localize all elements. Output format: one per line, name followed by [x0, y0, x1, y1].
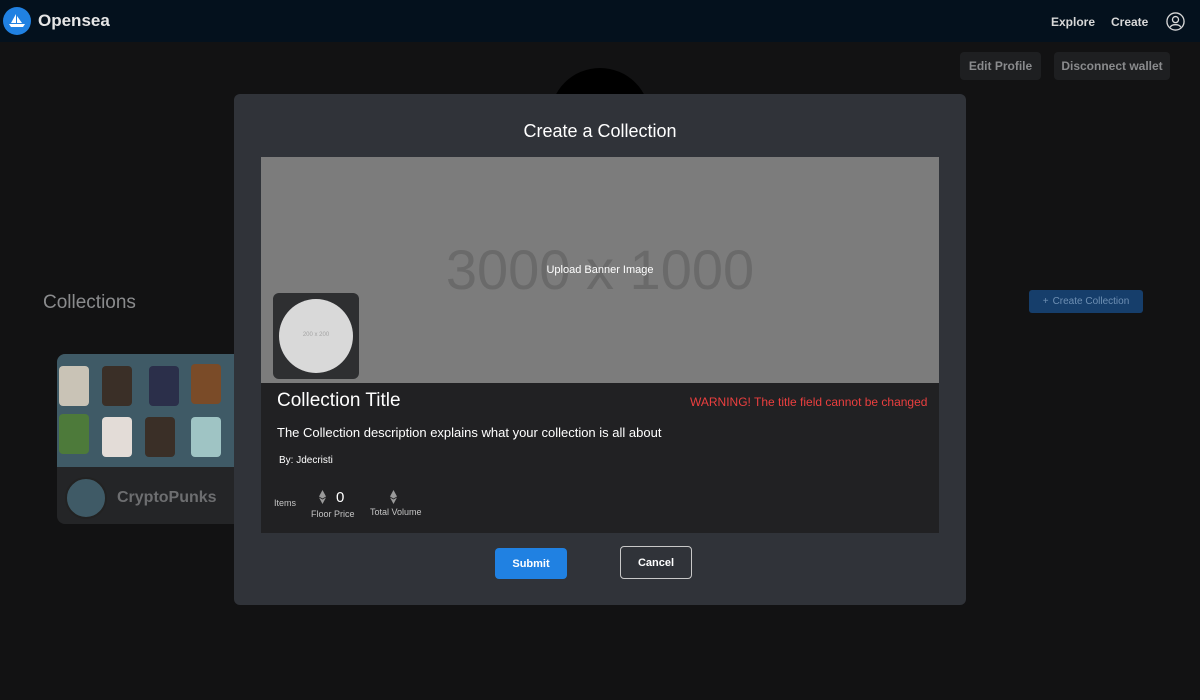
- collection-card-avatar: [65, 477, 107, 519]
- nav-explore-link[interactable]: Explore: [1051, 15, 1095, 29]
- user-profile-icon[interactable]: [1166, 12, 1185, 31]
- eth-icon: [390, 490, 397, 504]
- total-volume-label: Total Volume: [370, 507, 422, 517]
- logo-upload-frame[interactable]: 200 x 200: [273, 293, 359, 379]
- punk-image: [145, 417, 175, 457]
- title-warning: WARNING! The title field cannot be chang…: [690, 395, 928, 409]
- edit-profile-button[interactable]: Edit Profile: [960, 52, 1041, 80]
- floor-price-value: 0: [336, 489, 345, 506]
- collections-heading: Collections: [43, 292, 136, 313]
- banner-upload-area[interactable]: 3000 x 1000 Upload Banner Image: [261, 157, 939, 383]
- plus-icon: +: [1042, 296, 1049, 307]
- brand-name[interactable]: Opensea: [38, 11, 110, 31]
- create-collection-label: Create Collection: [1052, 296, 1130, 307]
- cancel-button[interactable]: Cancel: [620, 546, 692, 579]
- punk-image: [102, 366, 132, 406]
- punk-image: [191, 417, 221, 457]
- opensea-logo-icon[interactable]: [3, 7, 31, 35]
- top-nav: Opensea Explore Create: [0, 0, 1200, 42]
- collection-title: Collection Title: [277, 390, 401, 411]
- modal-title: Create a Collection: [523, 121, 677, 141]
- disconnect-wallet-button[interactable]: Disconnect wallet: [1054, 52, 1170, 80]
- logo-placeholder-text: 200 x 200: [302, 332, 330, 338]
- collection-description: The Collection description explains what…: [277, 425, 662, 440]
- create-collection-button[interactable]: + Create Collection: [1029, 290, 1143, 313]
- submit-button[interactable]: Submit: [495, 548, 567, 579]
- items-label: Items: [274, 498, 297, 508]
- punk-image: [59, 414, 89, 454]
- floor-price-label: Floor Price: [311, 509, 355, 519]
- logo-upload-circle[interactable]: 200 x 200: [279, 299, 353, 373]
- collection-card-name: CryptoPunks: [117, 489, 217, 506]
- punk-image: [149, 366, 179, 406]
- eth-icon: [319, 490, 326, 504]
- punk-image: [102, 417, 132, 457]
- nav-create-link[interactable]: Create: [1111, 15, 1148, 29]
- upload-banner-label[interactable]: Upload Banner Image: [261, 264, 939, 276]
- collection-byline: By: Jdecristi: [279, 455, 333, 466]
- punk-image: [59, 366, 89, 406]
- collection-card[interactable]: CryptoPunks: [57, 354, 257, 524]
- collection-card-banner: [57, 354, 257, 467]
- collection-preview: 3000 x 1000 Upload Banner Image 200 x 20…: [261, 157, 939, 533]
- create-collection-modal: Create a Collection 3000 x 1000 Upload B…: [234, 94, 966, 605]
- punk-image: [191, 364, 221, 404]
